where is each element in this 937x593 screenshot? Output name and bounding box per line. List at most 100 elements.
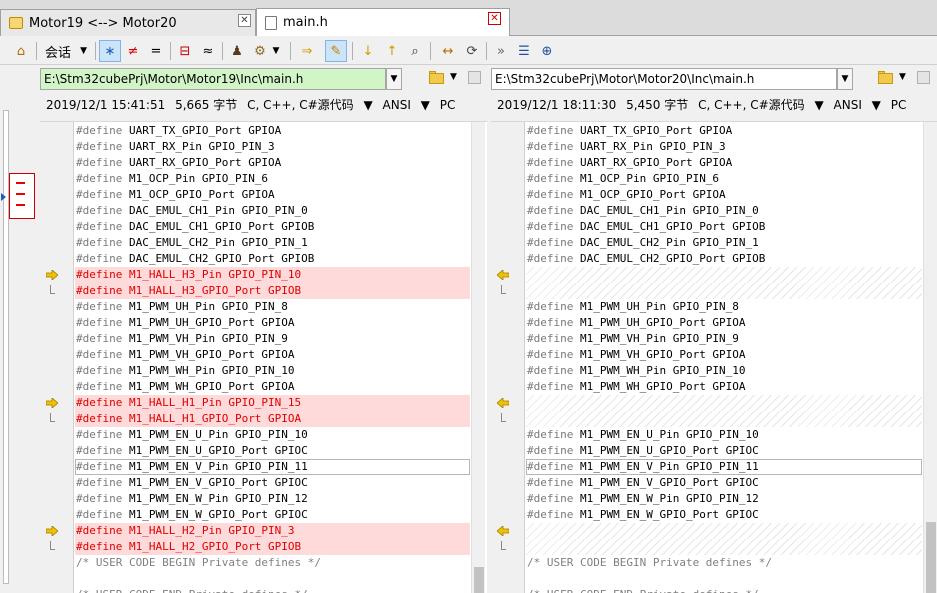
code-line[interactable]: #define UART_TX_GPIO_Port GPIOA (526, 123, 922, 139)
code-line[interactable] (526, 395, 922, 411)
code-line[interactable]: /* USER CODE BEGIN Private defines */ (526, 555, 922, 571)
scrollbar-thumb[interactable] (474, 567, 484, 593)
show-same-icon[interactable]: = (145, 40, 167, 62)
next-diff-icon[interactable]: ↓ (357, 40, 379, 62)
code-line[interactable]: #define M1_PWM_EN_V_Pin GPIO_PIN_11 (526, 459, 922, 475)
chevron-down-icon[interactable]: ▼ (270, 40, 282, 62)
code-line[interactable]: #define M1_PWM_EN_W_GPIO_Port GPIOC (526, 507, 922, 523)
code-line[interactable]: #define DAC_EMUL_CH2_GPIO_Port GPIOB (75, 251, 470, 267)
code-line[interactable]: #define M1_PWM_EN_U_Pin GPIO_PIN_10 (526, 427, 922, 443)
prev-diff-icon[interactable]: ↑ (381, 40, 403, 62)
code-line[interactable] (526, 267, 922, 283)
code-line[interactable]: #define M1_OCP_Pin GPIO_PIN_6 (526, 171, 922, 187)
code-line[interactable]: #define M1_HALL_H3_GPIO_Port GPIOB (75, 283, 470, 299)
code-line[interactable]: #define M1_PWM_EN_U_Pin GPIO_PIN_10 (75, 427, 470, 443)
file-format-dropdown[interactable]: C, C++, C#源代码 ▼ (247, 98, 373, 112)
copy-arrow-icon[interactable]: ⇒ (296, 40, 318, 62)
code-line[interactable]: #define DAC_EMUL_CH1_Pin GPIO_PIN_0 (526, 203, 922, 219)
code-line[interactable] (526, 523, 922, 539)
diff-arrow-icon[interactable] (46, 270, 58, 280)
person-icon[interactable]: ♟ (226, 40, 248, 62)
save-icon[interactable] (468, 71, 481, 84)
code-line[interactable]: #define M1_HALL_H2_GPIO_Port GPIOB (75, 539, 470, 555)
code-line[interactable]: #define M1_PWM_UH_GPIO_Port GPIOA (75, 315, 470, 331)
encoding-dropdown[interactable]: ANSI ▼ (834, 98, 881, 112)
similar-icon[interactable]: ≈ (197, 40, 219, 62)
code-line[interactable]: /* USER CODE END Private defines */ (526, 587, 922, 593)
code-line[interactable]: #define DAC_EMUL_CH2_GPIO_Port GPIOB (526, 251, 922, 267)
code-line[interactable] (526, 539, 922, 555)
code-line[interactable]: #define DAC_EMUL_CH2_Pin GPIO_PIN_1 (75, 235, 470, 251)
code-line[interactable]: #define M1_PWM_WH_GPIO_Port GPIOA (526, 379, 922, 395)
scrollbar-thumb[interactable] (926, 522, 936, 593)
tab-session[interactable]: Motor19 <--> Motor20 ✕ (0, 9, 256, 36)
code-line[interactable]: #define M1_HALL_H2_Pin GPIO_PIN_3 (75, 523, 470, 539)
right-scrollbar[interactable] (923, 122, 937, 593)
show-all-icon[interactable]: ∗ (99, 40, 121, 62)
right-path-field[interactable]: E:\Stm32cubePrj\Motor\Motor20\Inc\main.h (491, 68, 837, 90)
code-line[interactable]: #define M1_PWM_UH_GPIO_Port GPIOA (526, 315, 922, 331)
code-line[interactable]: #define M1_HALL_H1_Pin GPIO_PIN_15 (75, 395, 470, 411)
code-line[interactable]: #define M1_PWM_EN_U_GPIO_Port GPIOC (526, 443, 922, 459)
expand-icon[interactable]: » (490, 40, 512, 62)
code-line[interactable]: #define M1_HALL_H1_GPIO_Port GPIOA (75, 411, 470, 427)
code-line[interactable]: #define M1_HALL_H3_Pin GPIO_PIN_10 (75, 267, 470, 283)
code-line[interactable]: #define M1_PWM_EN_U_GPIO_Port GPIOC (75, 443, 470, 459)
code-line[interactable]: #define M1_PWM_EN_V_GPIO_Port GPIOC (526, 475, 922, 491)
structure-icon[interactable]: ⊟ (174, 40, 196, 62)
code-line[interactable]: #define DAC_EMUL_CH1_Pin GPIO_PIN_0 (75, 203, 470, 219)
close-icon[interactable]: ✕ (488, 12, 501, 25)
diff-arrow-icon[interactable] (46, 526, 58, 536)
code-line[interactable]: #define M1_PWM_WH_Pin GPIO_PIN_10 (75, 363, 470, 379)
chevron-down-icon[interactable]: ▼ (450, 72, 457, 82)
code-line[interactable]: #define UART_RX_GPIO_Port GPIOA (526, 155, 922, 171)
edit-pencil-icon[interactable]: ✎ (325, 40, 347, 62)
session-menu-button[interactable]: 会话 ▼ (40, 40, 92, 62)
chevron-down-icon[interactable]: ▼ (899, 72, 906, 82)
code-line[interactable]: #define M1_OCP_GPIO_Port GPIOA (526, 187, 922, 203)
code-line[interactable]: #define M1_PWM_UH_Pin GPIO_PIN_8 (526, 299, 922, 315)
refresh-icon[interactable]: ⟳ (461, 40, 483, 62)
code-line[interactable]: #define UART_RX_GPIO_Port GPIOA (75, 155, 470, 171)
code-line[interactable]: #define M1_PWM_UH_Pin GPIO_PIN_8 (75, 299, 470, 315)
code-line[interactable]: #define UART_RX_Pin GPIO_PIN_3 (526, 139, 922, 155)
overview-viewport-marker[interactable] (9, 173, 35, 219)
show-differences-icon[interactable]: ≠ (122, 40, 144, 62)
code-line[interactable]: #define M1_PWM_EN_V_Pin GPIO_PIN_11 (75, 459, 470, 475)
code-line[interactable]: #define DAC_EMUL_CH2_Pin GPIO_PIN_1 (526, 235, 922, 251)
close-icon[interactable]: ✕ (238, 14, 251, 27)
code-line[interactable]: #define M1_PWM_VH_GPIO_Port GPIOA (75, 347, 470, 363)
code-line[interactable]: /* USER CODE END Private defines */ (75, 587, 470, 593)
code-line[interactable] (526, 411, 922, 427)
encoding-dropdown[interactable]: ANSI ▼ (383, 98, 430, 112)
chevron-down-icon[interactable]: ▼ (837, 68, 853, 90)
code-line[interactable]: #define M1_PWM_WH_Pin GPIO_PIN_10 (526, 363, 922, 379)
code-line[interactable]: #define M1_PWM_VH_Pin GPIO_PIN_9 (526, 331, 922, 347)
diff-arrow-icon[interactable] (497, 398, 509, 408)
code-line[interactable]: #define M1_PWM_VH_Pin GPIO_PIN_9 (75, 331, 470, 347)
home-icon[interactable]: ⌂ (10, 40, 32, 62)
tab-main-h[interactable]: main.h ✕ (256, 8, 510, 36)
folder-open-icon[interactable] (877, 70, 895, 86)
find-binoculars-icon[interactable]: ⌕ (404, 40, 426, 62)
save-icon[interactable] (917, 71, 930, 84)
left-path-field[interactable]: E:\Stm32cubePrj\Motor\Motor19\Inc\main.h (40, 68, 386, 90)
swap-icon[interactable]: ↔ (437, 40, 459, 62)
code-line[interactable]: #define M1_OCP_Pin GPIO_PIN_6 (75, 171, 470, 187)
folder-open-icon[interactable] (428, 70, 446, 86)
code-line[interactable]: #define M1_OCP_GPIO_Port GPIOA (75, 187, 470, 203)
code-line[interactable]: #define M1_PWM_WH_GPIO_Port GPIOA (75, 379, 470, 395)
code-line[interactable]: #define UART_RX_Pin GPIO_PIN_3 (75, 139, 470, 155)
code-line[interactable]: #define DAC_EMUL_CH1_GPIO_Port GPIOB (75, 219, 470, 235)
code-line[interactable]: #define DAC_EMUL_CH1_GPIO_Port GPIOB (526, 219, 922, 235)
code-line[interactable]: #define M1_PWM_EN_W_GPIO_Port GPIOC (75, 507, 470, 523)
globe-icon[interactable]: ⊕ (536, 40, 558, 62)
list-icon[interactable]: ☰ (513, 40, 535, 62)
code-line[interactable]: #define M1_PWM_EN_V_GPIO_Port GPIOC (75, 475, 470, 491)
rules-icon[interactable]: ⚙ (249, 40, 271, 62)
code-line[interactable]: #define UART_TX_GPIO_Port GPIOA (75, 123, 470, 139)
left-scrollbar[interactable] (471, 122, 485, 593)
file-format-dropdown[interactable]: C, C++, C#源代码 ▼ (698, 98, 824, 112)
diff-arrow-icon[interactable] (497, 270, 509, 280)
left-editor[interactable]: #define UART_TX_GPIO_Port GPIOA #define U… (40, 121, 487, 593)
